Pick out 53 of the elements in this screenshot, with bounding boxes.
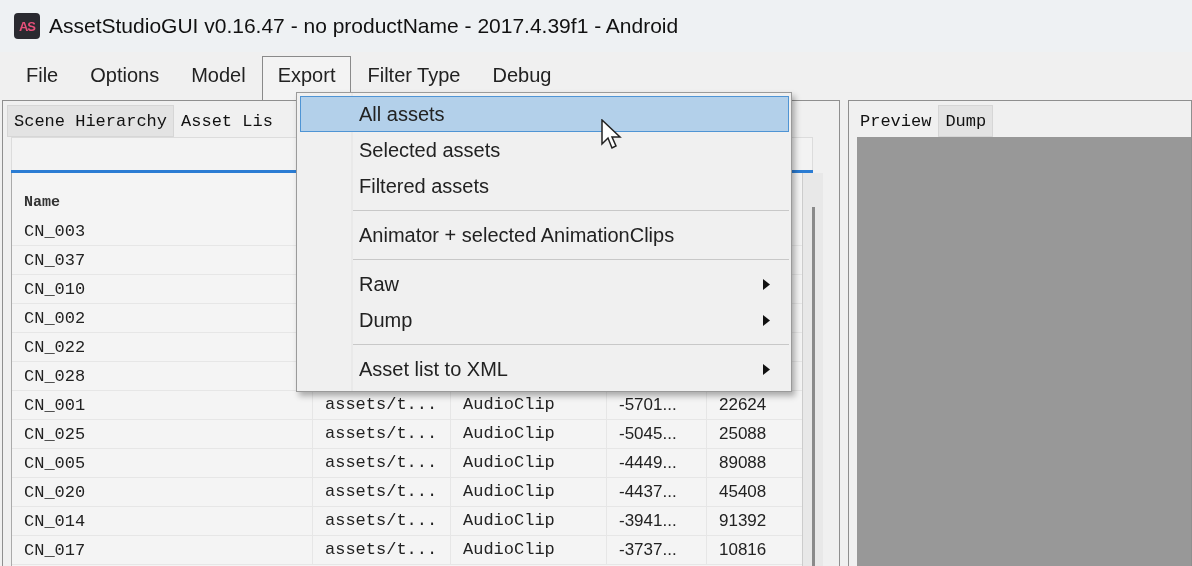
- caret-icon: [763, 314, 770, 326]
- table-cell: -3941...: [606, 507, 706, 535]
- menu-item[interactable]: Debug: [476, 56, 568, 96]
- table-cell-text: CN_037: [23, 250, 87, 270]
- menu-option[interactable]: Animator + selected AnimationClips: [300, 217, 789, 253]
- tab[interactable]: Dump: [938, 105, 994, 137]
- menu-option[interactable]: Asset list to XML: [300, 351, 789, 387]
- menu-item[interactable]: Options: [74, 56, 176, 96]
- mouse-pointer-icon: [601, 119, 623, 151]
- window-title: AssetStudioGUI v0.16.47 - no productName - 2017.4.39f1 - Android: [49, 14, 679, 38]
- menu-option[interactable]: Raw: [300, 266, 789, 302]
- table-cell: -4449...: [606, 449, 706, 477]
- table-cell: AudioClip: [450, 507, 606, 535]
- table-cell: AudioClip: [450, 536, 606, 564]
- table-cell: AudioClip: [450, 449, 606, 477]
- table-cell: -4437...: [606, 478, 706, 506]
- table-cell: -5045...: [606, 420, 706, 448]
- caret-icon: [763, 363, 770, 375]
- table-cell: AudioClip: [450, 420, 606, 448]
- caret-icon: [763, 278, 770, 290]
- table-cell: assets/t...: [312, 478, 450, 506]
- table-cell: assets/t...: [312, 536, 450, 564]
- menu-item[interactable]: Filter Type: [351, 56, 477, 96]
- table-cell: 25088: [706, 420, 796, 448]
- table-cell-text: CN_010: [23, 279, 87, 299]
- table-cell-text: CN_003: [23, 221, 87, 241]
- table-cell: AudioClip: [450, 478, 606, 506]
- table-cell-text: CN_022: [23, 337, 87, 357]
- table-cell: assets/t...: [312, 507, 450, 535]
- menu-option[interactable]: Filtered assets: [300, 168, 789, 204]
- menu-option[interactable]: Dump: [300, 302, 789, 338]
- table-cell: assets/t...: [312, 449, 450, 477]
- menu-item[interactable]: Model: [175, 56, 262, 96]
- table-cell: 91392: [706, 507, 796, 535]
- table-cell: 10816: [706, 536, 796, 564]
- table-cell-text: CN_028: [23, 366, 87, 386]
- table-cell-text: CN_005: [23, 453, 87, 473]
- table-cell: -3737...: [606, 536, 706, 564]
- menu-option[interactable]: Selected assets: [300, 132, 789, 168]
- table-cell: assets/t...: [312, 420, 450, 448]
- table-cell-text: CN_017: [23, 540, 87, 560]
- tab[interactable]: Scene Hierarchy: [7, 105, 175, 137]
- column-header[interactable]: Name: [24, 193, 60, 211]
- scrollbar[interactable]: [802, 173, 823, 566]
- table-cell-text: CN_001: [23, 395, 87, 415]
- app-logo: AS: [14, 13, 40, 39]
- table-cell-text: CN_025: [23, 424, 87, 444]
- table-cell-text: CN_002: [23, 308, 87, 328]
- table-cell: 45408: [706, 478, 796, 506]
- table-cell: 89088: [706, 449, 796, 477]
- menu-item[interactable]: File: [10, 56, 75, 96]
- table-cell-text: CN_014: [23, 511, 87, 531]
- table-cell-text: CN_020: [23, 482, 87, 502]
